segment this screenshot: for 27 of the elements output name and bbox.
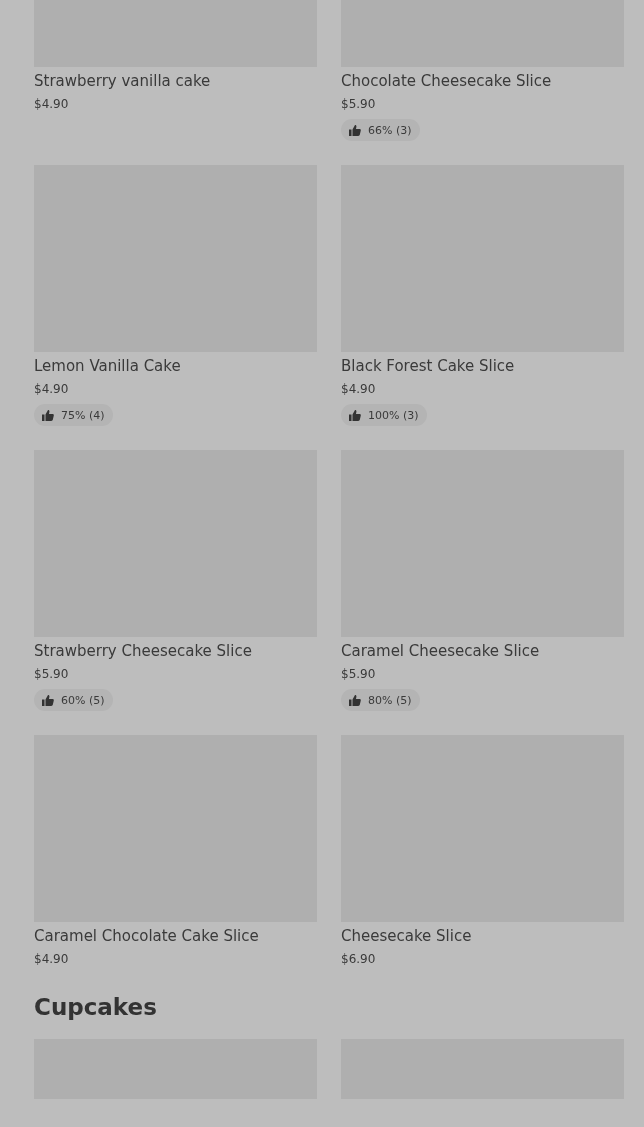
- product-name[interactable]: Lemon Vanilla Cake: [34, 355, 317, 377]
- product-name[interactable]: Caramel Chocolate Cake Slice: [34, 925, 317, 947]
- rating-text: 80% (5): [368, 693, 412, 707]
- thumbs-up-icon: [42, 694, 54, 706]
- product-price: $4.90: [34, 381, 70, 398]
- product-name[interactable]: Chocolate Cheesecake Slice: [341, 70, 624, 92]
- thumbs-up-icon: [349, 409, 361, 421]
- rating-text: 75% (4): [61, 408, 105, 422]
- product-price: $4.90: [34, 96, 70, 113]
- product-price: $5.90: [34, 666, 70, 683]
- thumbs-up-icon: [349, 694, 361, 706]
- product-name[interactable]: Caramel Cheesecake Slice: [341, 640, 624, 662]
- rating-text: 66% (3): [368, 123, 412, 137]
- product-price: $4.90: [34, 951, 70, 968]
- rating-text: 60% (5): [61, 693, 105, 707]
- section-heading: Cupcakes: [34, 993, 158, 1022]
- product-name[interactable]: Strawberry Cheesecake Slice: [34, 640, 317, 662]
- product-name[interactable]: Strawberry vanilla cake: [34, 70, 317, 92]
- product-price: $4.90: [341, 381, 377, 398]
- product-price: $5.90: [341, 666, 377, 683]
- product-price: $6.90: [341, 951, 377, 968]
- thumbs-up-icon: [349, 124, 361, 136]
- thumbs-up-icon: [42, 409, 54, 421]
- product-price: $5.90: [341, 96, 377, 113]
- product-name[interactable]: Cheesecake Slice: [341, 925, 624, 947]
- rating-text: 100% (3): [368, 408, 419, 422]
- product-name[interactable]: Black Forest Cake Slice: [341, 355, 624, 377]
